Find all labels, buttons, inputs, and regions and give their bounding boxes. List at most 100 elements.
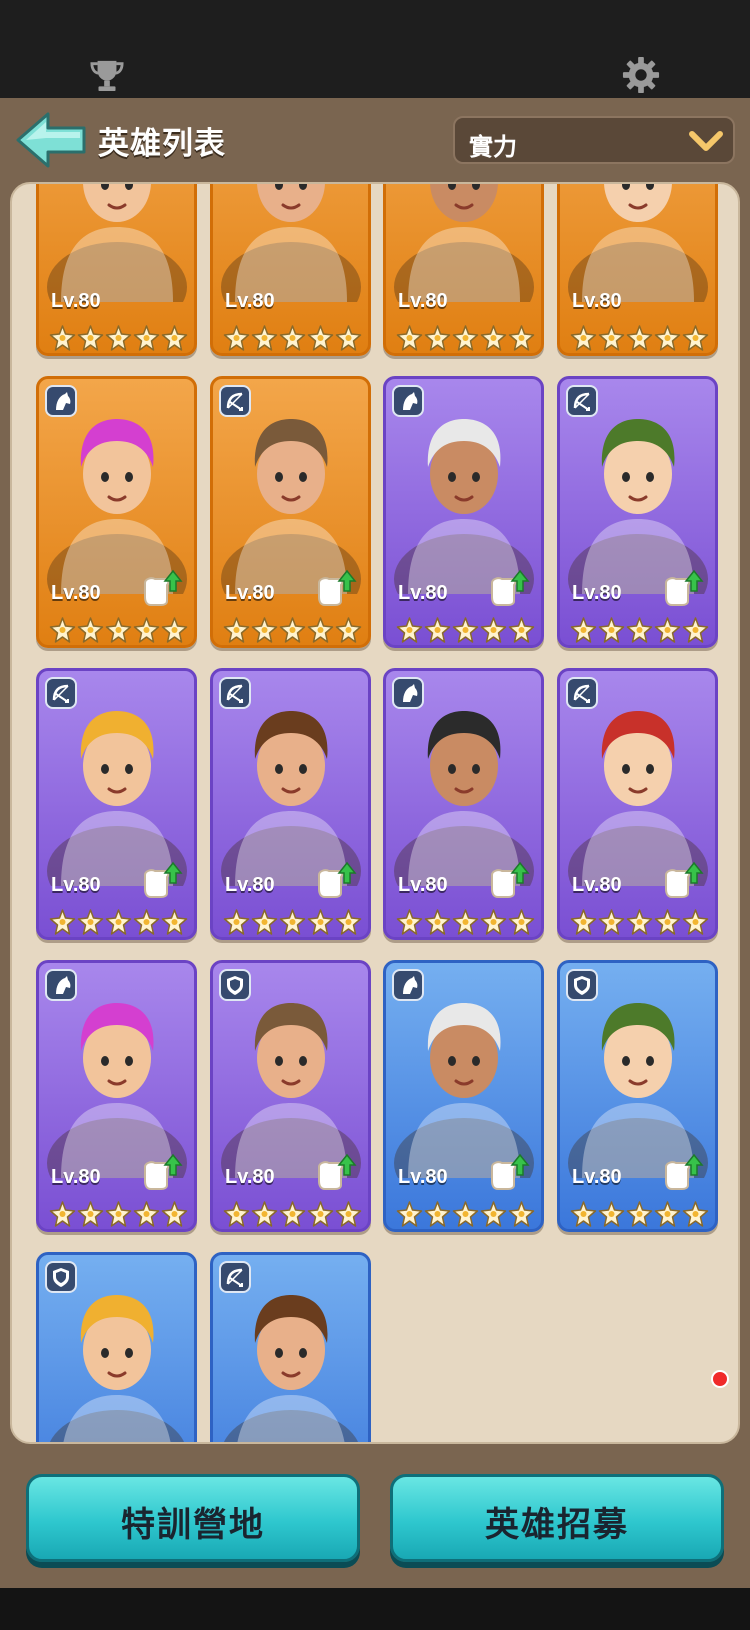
hero-card[interactable]: Lv.80: [36, 184, 197, 356]
hero-card[interactable]: Lv.80: [210, 1252, 371, 1442]
star-icon: [682, 909, 709, 935]
hero-level: Lv.80: [398, 1166, 448, 1188]
hero-level: Lv.80: [572, 290, 622, 312]
upgrade-arrow-icon: [491, 569, 530, 606]
hero-star-rating: [223, 325, 363, 351]
hero-card[interactable]: Lv.80: [36, 960, 197, 1232]
hero-card[interactable]: Lv.80: [557, 376, 718, 648]
hero-level: Lv.80: [51, 290, 101, 312]
star-icon: [335, 325, 362, 351]
star-icon: [105, 617, 132, 643]
hero-card[interactable]: Lv.80: [210, 184, 371, 356]
sort-dropdown[interactable]: 實力: [453, 116, 735, 164]
upgrade-arrow-icon: [144, 569, 183, 606]
hero-card[interactable]: Lv.80: [383, 376, 544, 648]
star-icon: [480, 1201, 507, 1227]
status-bar: [0, 0, 750, 98]
star-icon: [133, 325, 160, 351]
star-icon: [335, 909, 362, 935]
hero-card[interactable]: Lv.80: [383, 960, 544, 1232]
star-icon: [251, 325, 278, 351]
star-icon: [654, 1201, 681, 1227]
hero-star-rating: [223, 909, 363, 935]
star-icon: [49, 1201, 76, 1227]
hero-card[interactable]: Lv.80: [210, 668, 371, 940]
star-icon: [161, 617, 188, 643]
upgrade-arrow-icon: [318, 861, 357, 898]
bottom-bar: 特訓營地 英雄招募: [0, 1444, 750, 1588]
star-icon: [49, 617, 76, 643]
star-icon: [424, 325, 451, 351]
star-icon: [77, 909, 104, 935]
trophy-icon[interactable]: [88, 58, 126, 92]
header: 英雄列表 實力: [0, 98, 750, 180]
hero-level: Lv.80: [572, 1166, 622, 1188]
back-arrow-icon[interactable]: [14, 110, 90, 170]
upgrade-arrow-icon: [318, 1153, 357, 1190]
archer-class-icon: [219, 677, 251, 709]
star-icon: [508, 617, 535, 643]
infantry-class-icon: [566, 969, 598, 1001]
chevron-down-icon: [689, 131, 723, 151]
hero-card[interactable]: Lv.80: [557, 184, 718, 356]
cavalry-class-icon: [45, 385, 77, 417]
star-icon: [452, 1201, 479, 1227]
hero-level: Lv.80: [225, 582, 275, 604]
hero-level: Lv.80: [398, 582, 448, 604]
hero-card[interactable]: Lv.80: [557, 960, 718, 1232]
hero-portrait: [221, 184, 361, 302]
star-icon: [251, 1201, 278, 1227]
hero-card[interactable]: Lv.80: [36, 376, 197, 648]
star-icon: [598, 1201, 625, 1227]
hero-list-panel[interactable]: Lv.80 Lv.80 Lv.80 Lv.80 Lv.80 Lv.80 Lv.80 Lv.80…: [10, 182, 740, 1444]
star-icon: [396, 909, 423, 935]
training-camp-button[interactable]: 特訓營地: [26, 1474, 360, 1562]
hero-star-rating: [570, 909, 710, 935]
star-icon: [508, 909, 535, 935]
hero-card[interactable]: Lv.80: [36, 1252, 197, 1442]
hero-card[interactable]: Lv.80: [383, 184, 544, 356]
upgrade-arrow-icon: [491, 861, 530, 898]
star-icon: [654, 617, 681, 643]
star-icon: [223, 1201, 250, 1227]
archer-class-icon: [219, 385, 251, 417]
archer-class-icon: [219, 1261, 251, 1293]
cavalry-class-icon: [45, 969, 77, 1001]
cavalry-class-icon: [392, 385, 424, 417]
star-icon: [279, 325, 306, 351]
archer-class-icon: [566, 385, 598, 417]
hero-star-rating: [49, 325, 189, 351]
hero-recruit-label: 英雄招募: [485, 1505, 629, 1545]
star-icon: [105, 325, 132, 351]
hero-card[interactable]: Lv.80: [210, 376, 371, 648]
hero-card[interactable]: Lv.80: [557, 668, 718, 940]
hero-star-rating: [49, 909, 189, 935]
star-icon: [626, 909, 653, 935]
star-icon: [251, 617, 278, 643]
hero-card[interactable]: Lv.80: [383, 668, 544, 940]
star-icon: [133, 909, 160, 935]
star-icon: [570, 617, 597, 643]
page-title: 英雄列表: [98, 126, 226, 162]
training-camp-label: 特訓營地: [121, 1505, 265, 1545]
hero-level: Lv.80: [398, 290, 448, 312]
star-icon: [452, 909, 479, 935]
upgrade-arrow-icon: [665, 569, 704, 606]
star-icon: [654, 909, 681, 935]
hero-card[interactable]: Lv.80: [36, 668, 197, 940]
hero-recruit-button[interactable]: 英雄招募: [390, 1474, 724, 1562]
gear-icon[interactable]: [622, 56, 660, 94]
star-icon: [452, 617, 479, 643]
hero-star-rating: [570, 325, 710, 351]
hero-star-rating: [396, 909, 536, 935]
star-icon: [396, 325, 423, 351]
upgrade-arrow-icon: [144, 1153, 183, 1190]
star-icon: [480, 325, 507, 351]
star-icon: [279, 617, 306, 643]
star-icon: [133, 617, 160, 643]
star-icon: [424, 617, 451, 643]
hero-star-rating: [49, 617, 189, 643]
notification-dot: [711, 1370, 729, 1388]
hero-level: Lv.80: [572, 874, 622, 896]
hero-card[interactable]: Lv.80: [210, 960, 371, 1232]
